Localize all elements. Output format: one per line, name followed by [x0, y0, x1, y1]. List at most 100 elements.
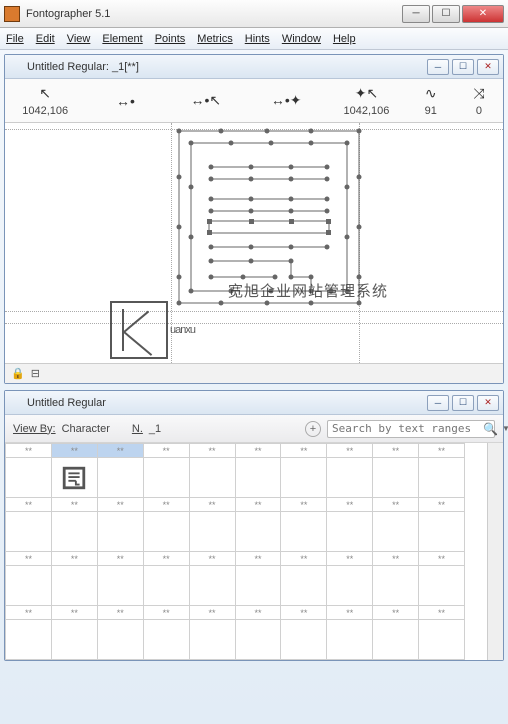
editor-maximize-button[interactable]: ☐ — [452, 59, 474, 75]
glyph-header-cell[interactable]: ** — [373, 498, 419, 512]
glyph-header-cell[interactable]: ** — [373, 444, 419, 458]
search-icon[interactable]: 🔍 — [483, 422, 498, 436]
tool-wave[interactable]: ∿ 91 — [407, 85, 455, 117]
glyph-cell[interactable] — [373, 512, 419, 552]
glyph-cell[interactable] — [97, 512, 143, 552]
glyph-cell[interactable] — [97, 458, 143, 498]
glyph-header-cell[interactable]: ** — [235, 498, 281, 512]
tool-star-pointer[interactable]: ✦↖ 1042,106 — [326, 85, 406, 117]
glyph-header-cell[interactable]: ** — [51, 498, 97, 512]
glyph-header-cell[interactable]: ** — [97, 606, 143, 620]
glyph-header-cell[interactable]: ** — [189, 444, 235, 458]
glyph-cell[interactable] — [97, 566, 143, 606]
glyph-header-cell[interactable]: ** — [143, 498, 189, 512]
editor-close-button[interactable]: ✕ — [477, 59, 499, 75]
glyph-header-cell[interactable]: ** — [235, 444, 281, 458]
tool-cross[interactable]: ⤨ 0 — [455, 85, 503, 117]
glyph-canvas[interactable] — [5, 123, 503, 363]
glyph-cell[interactable] — [327, 512, 373, 552]
glyph-header-cell[interactable]: ** — [373, 606, 419, 620]
maximize-button[interactable]: ☐ — [432, 5, 460, 23]
menu-points[interactable]: Points — [155, 33, 186, 45]
glyph-cell[interactable] — [6, 566, 52, 606]
glyph-cell[interactable] — [6, 620, 52, 660]
font-close-button[interactable]: ✕ — [477, 395, 499, 411]
slider-icon[interactable]: ⊟ — [31, 367, 40, 380]
glyph-cell[interactable] — [189, 458, 235, 498]
search-dropdown-icon[interactable]: ▼ — [502, 424, 508, 433]
glyph-cell[interactable] — [235, 620, 281, 660]
search-box[interactable]: 🔍 ▼ — [327, 420, 495, 438]
glyph-cell[interactable] — [235, 458, 281, 498]
glyph-cell[interactable] — [235, 512, 281, 552]
menu-hints[interactable]: Hints — [245, 33, 270, 45]
glyph-header-cell[interactable]: ** — [281, 606, 327, 620]
minimize-button[interactable]: ─ — [402, 5, 430, 23]
glyph-header-cell[interactable]: ** — [143, 444, 189, 458]
menu-metrics[interactable]: Metrics — [197, 33, 232, 45]
glyph-cell[interactable] — [51, 566, 97, 606]
glyph-cell[interactable] — [143, 458, 189, 498]
glyph-cell[interactable] — [327, 620, 373, 660]
glyph-header-cell[interactable]: ** — [6, 606, 52, 620]
lock-icon[interactable]: 🔒 — [11, 367, 25, 380]
glyph-cell[interactable] — [51, 512, 97, 552]
vertical-scrollbar[interactable] — [487, 443, 503, 660]
glyph-header-cell[interactable]: ** — [97, 444, 143, 458]
menu-file[interactable]: File — [6, 33, 24, 45]
glyph-header-cell[interactable]: ** — [281, 498, 327, 512]
search-input[interactable] — [332, 422, 479, 435]
tool-hmove[interactable]: ↔• — [85, 92, 165, 110]
glyph-header-cell[interactable]: ** — [143, 552, 189, 566]
tool-pointer[interactable]: ↖ 1042,106 — [5, 85, 85, 117]
glyph-cell[interactable] — [143, 566, 189, 606]
glyph-header-cell[interactable]: ** — [6, 444, 52, 458]
glyph-cell[interactable] — [281, 620, 327, 660]
glyph-cell[interactable] — [97, 620, 143, 660]
glyph-grid[interactable]: ****************************************… — [5, 443, 503, 660]
menu-view[interactable]: View — [67, 33, 91, 45]
glyph-cell[interactable] — [281, 512, 327, 552]
glyph-cell[interactable] — [143, 512, 189, 552]
glyph-header-cell[interactable]: ** — [327, 606, 373, 620]
add-glyph-button[interactable]: + — [305, 421, 321, 437]
tool-hmove-star[interactable]: ↔•✦ — [246, 92, 326, 110]
glyph-header-cell[interactable]: ** — [419, 552, 465, 566]
glyph-cell[interactable] — [189, 620, 235, 660]
glyph-header-cell[interactable]: ** — [6, 552, 52, 566]
menu-element[interactable]: Element — [102, 33, 142, 45]
glyph-header-cell[interactable]: ** — [51, 552, 97, 566]
glyph-header-cell[interactable]: ** — [189, 552, 235, 566]
glyph-cell[interactable] — [51, 458, 97, 498]
glyph-cell[interactable] — [281, 458, 327, 498]
view-mode[interactable]: Character — [62, 423, 110, 435]
glyph-cell[interactable] — [51, 620, 97, 660]
glyph-header-cell[interactable]: ** — [189, 606, 235, 620]
glyph-header-cell[interactable]: ** — [419, 606, 465, 620]
glyph-header-cell[interactable]: ** — [327, 552, 373, 566]
glyph-header-cell[interactable]: ** — [327, 444, 373, 458]
glyph-header-cell[interactable]: ** — [189, 498, 235, 512]
glyph-header-cell[interactable]: ** — [419, 444, 465, 458]
nav-label[interactable]: N. — [132, 423, 143, 435]
glyph-header-cell[interactable]: ** — [97, 498, 143, 512]
menu-window[interactable]: Window — [282, 33, 321, 45]
glyph-header-cell[interactable]: ** — [327, 498, 373, 512]
glyph-cell[interactable] — [327, 458, 373, 498]
glyph-cell[interactable] — [6, 512, 52, 552]
glyph-cell[interactable] — [419, 512, 465, 552]
glyph-cell[interactable] — [419, 620, 465, 660]
font-minimize-button[interactable]: ─ — [427, 395, 449, 411]
glyph-header-cell[interactable]: ** — [235, 552, 281, 566]
glyph-cell[interactable] — [373, 566, 419, 606]
glyph-cell[interactable] — [419, 458, 465, 498]
glyph-header-cell[interactable]: ** — [51, 606, 97, 620]
glyph-cell[interactable] — [189, 566, 235, 606]
glyph-cell[interactable] — [373, 620, 419, 660]
glyph-cell[interactable] — [189, 512, 235, 552]
glyph-header-cell[interactable]: ** — [143, 606, 189, 620]
glyph-cell[interactable] — [143, 620, 189, 660]
menu-help[interactable]: Help — [333, 33, 356, 45]
glyph-header-cell[interactable]: ** — [373, 552, 419, 566]
font-maximize-button[interactable]: ☐ — [452, 395, 474, 411]
